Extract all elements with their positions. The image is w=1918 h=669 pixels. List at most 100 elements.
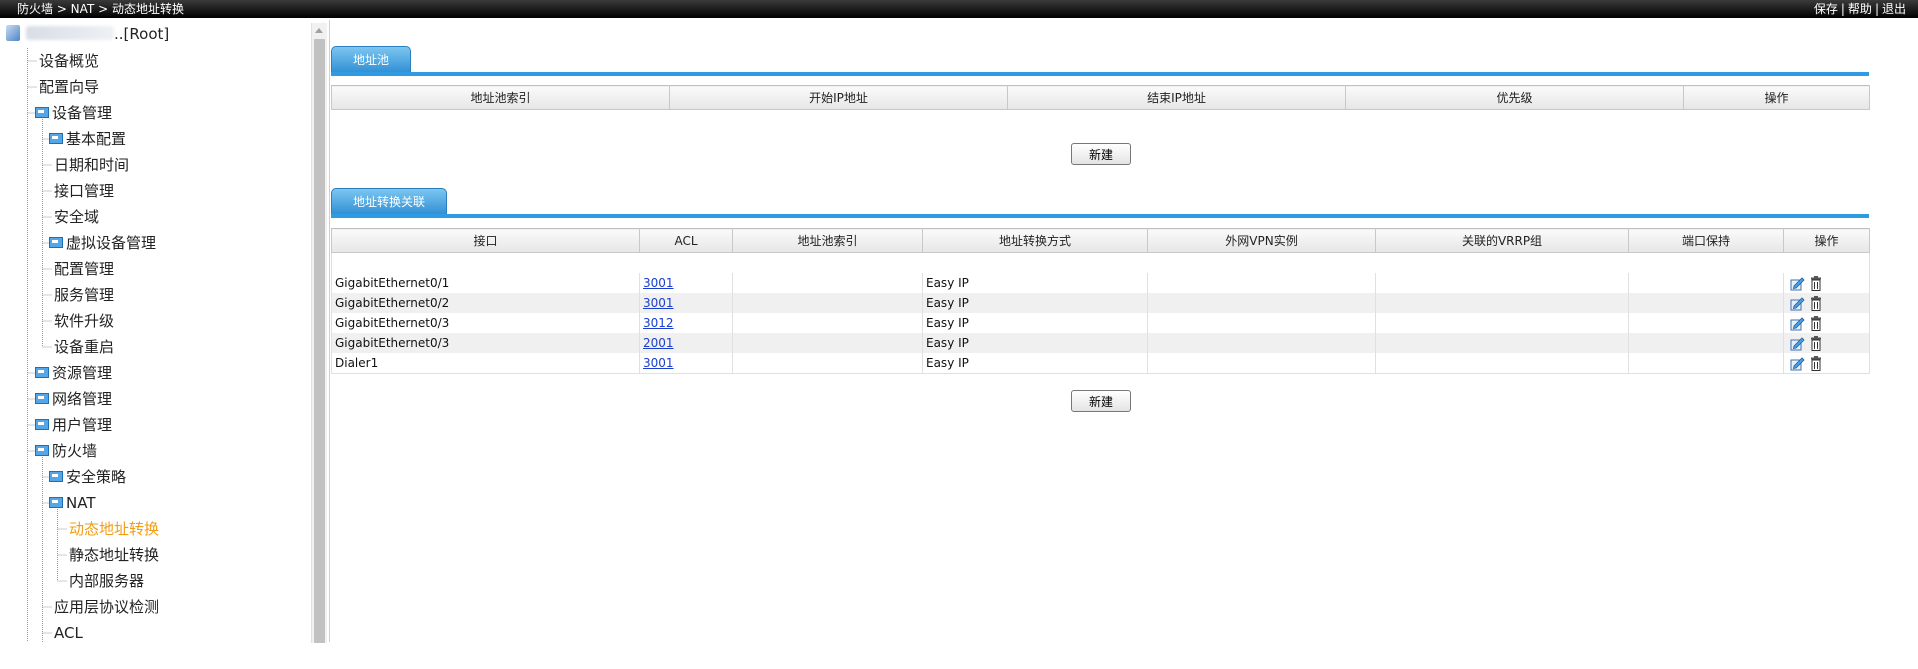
cell-port-preserve [1628, 273, 1784, 293]
delete-icon[interactable] [1810, 335, 1822, 351]
column-header[interactable]: 地址池索引 [732, 228, 923, 253]
column-header[interactable]: 开始IP地址 [669, 85, 1008, 110]
sidebar-item-dynamic-nat[interactable]: 动态地址转换 [69, 516, 159, 542]
column-header[interactable]: 优先级 [1345, 85, 1684, 110]
cell-nat-mode: Easy IP [922, 273, 1148, 293]
folder-icon [35, 393, 49, 404]
cell-interface: Dialer1 [331, 353, 640, 374]
folder-icon [49, 471, 63, 482]
scroll-up-arrow-icon[interactable] [315, 28, 323, 33]
cell-port-preserve [1628, 293, 1784, 313]
new-nat-association-button[interactable]: 新建 [1071, 390, 1131, 412]
tab-nat-association[interactable]: 地址转换关联 [331, 188, 448, 215]
sidebar-item-network-management[interactable]: 网络管理 [35, 386, 112, 412]
sidebar-scrollbar[interactable] [311, 23, 327, 643]
sidebar-item-device-management[interactable]: 设备管理 [35, 100, 112, 126]
sidebar-item-internal-server[interactable]: 内部服务器 [69, 568, 144, 594]
sidebar-item-config-management[interactable]: 配置管理 [54, 256, 114, 282]
sidebar-item-resource-management[interactable]: 资源管理 [35, 360, 112, 386]
tree-root-label: ..[Root] [114, 25, 170, 43]
table-header-row: 接口 ACL 地址池索引 地址转换方式 外网VPN实例 关联的VRRP组 端口保… [331, 228, 1870, 253]
table-header-row: 地址池索引 开始IP地址 结束IP地址 优先级 操作 [331, 85, 1870, 110]
separator: | [1874, 2, 1879, 16]
acl-link[interactable]: 2001 [643, 336, 674, 350]
cell-nat-mode: Easy IP [922, 333, 1148, 353]
tab-address-pool[interactable]: 地址池 [331, 46, 412, 73]
sidebar-item-virtual-device[interactable]: 虚拟设备管理 [49, 230, 156, 256]
address-pool-table: 地址池索引 开始IP地址 结束IP地址 优先级 操作 [331, 85, 1870, 110]
cell-pool-index [732, 293, 923, 313]
column-header[interactable]: 结束IP地址 [1007, 85, 1346, 110]
sidebar-item-nat[interactable]: NAT [49, 490, 95, 516]
cell-nat-mode: Easy IP [922, 293, 1148, 313]
sidebar-item-security-policy[interactable]: 安全策略 [49, 464, 126, 490]
panel-divider [329, 20, 330, 642]
cell-pool-index [732, 273, 923, 293]
column-header[interactable]: 端口保持 [1628, 228, 1784, 253]
cell-operations [1783, 293, 1870, 313]
edit-icon[interactable] [1790, 296, 1806, 311]
cell-acl: 3001 [639, 293, 733, 313]
cell-vrrp-group [1375, 313, 1629, 333]
edit-icon[interactable] [1790, 356, 1806, 371]
delete-icon[interactable] [1810, 355, 1822, 371]
sidebar-item-alg[interactable]: 应用层协议检测 [54, 594, 159, 620]
acl-link[interactable]: 3001 [643, 356, 674, 370]
column-header[interactable]: 地址转换方式 [922, 228, 1148, 253]
sidebar-item-security-zone[interactable]: 安全域 [54, 204, 99, 230]
delete-icon[interactable] [1810, 275, 1822, 291]
acl-link[interactable]: 3001 [643, 276, 674, 290]
column-header[interactable]: 接口 [331, 228, 640, 253]
table-row: GigabitEthernet0/3 2001 Easy IP [331, 333, 1870, 353]
column-header: 操作 [1783, 228, 1870, 253]
folder-icon [35, 445, 49, 456]
help-link[interactable]: 帮助 [1848, 2, 1872, 16]
sidebar-item-user-management[interactable]: 用户管理 [35, 412, 112, 438]
sidebar-item-basic-config[interactable]: 基本配置 [49, 126, 126, 152]
device-icon [6, 25, 20, 41]
scrollbar-thumb[interactable] [314, 39, 325, 643]
table-row: GigabitEthernet0/3 3012 Easy IP [331, 313, 1870, 333]
sidebar-item-acl[interactable]: ACL [54, 620, 83, 642]
cell-acl: 3012 [639, 313, 733, 333]
sidebar-item-config-wizard[interactable]: 配置向导 [39, 74, 99, 100]
delete-icon[interactable] [1810, 315, 1822, 331]
sidebar-item-device-overview[interactable]: 设备概览 [39, 48, 99, 74]
cell-operations [1783, 353, 1870, 374]
sidebar-item-firewall[interactable]: 防火墙 [35, 438, 97, 464]
folder-icon [49, 237, 63, 248]
cell-interface: GigabitEthernet0/3 [331, 333, 640, 353]
sidebar-item-software-upgrade[interactable]: 软件升级 [54, 308, 114, 334]
column-header[interactable]: 外网VPN实例 [1147, 228, 1376, 253]
sidebar-item-date-time[interactable]: 日期和时间 [54, 152, 129, 178]
edit-icon[interactable] [1790, 276, 1806, 291]
sidebar-item-device-reboot[interactable]: 设备重启 [54, 334, 114, 360]
redacted-device-name [26, 26, 114, 40]
column-header[interactable]: 地址池索引 [331, 85, 670, 110]
spacer-row [331, 252, 1870, 273]
column-header[interactable]: 关联的VRRP组 [1375, 228, 1629, 253]
cell-vrrp-group [1375, 293, 1629, 313]
tree-root[interactable]: ..[Root] [6, 25, 169, 47]
edit-icon[interactable] [1790, 316, 1806, 331]
edit-icon[interactable] [1790, 336, 1806, 351]
column-header[interactable]: ACL [639, 228, 733, 253]
save-link[interactable]: 保存 [1814, 2, 1838, 16]
cell-vpn-instance [1147, 293, 1376, 313]
new-pool-button[interactable]: 新建 [1071, 143, 1131, 165]
acl-link[interactable]: 3001 [643, 296, 674, 310]
sidebar-item-service-management[interactable]: 服务管理 [54, 282, 114, 308]
cell-interface: GigabitEthernet0/1 [331, 273, 640, 293]
sidebar-item-static-nat[interactable]: 静态地址转换 [69, 542, 159, 568]
cell-port-preserve [1628, 353, 1784, 374]
folder-icon [35, 419, 49, 430]
cell-vrrp-group [1375, 353, 1629, 374]
logout-link[interactable]: 退出 [1882, 2, 1906, 16]
acl-link[interactable]: 3012 [643, 316, 674, 330]
separator: | [1840, 2, 1845, 16]
sidebar-item-interface-management[interactable]: 接口管理 [54, 178, 114, 204]
delete-icon[interactable] [1810, 295, 1822, 311]
cell-vpn-instance [1147, 313, 1376, 333]
cell-acl: 2001 [639, 333, 733, 353]
cell-acl: 3001 [639, 353, 733, 374]
